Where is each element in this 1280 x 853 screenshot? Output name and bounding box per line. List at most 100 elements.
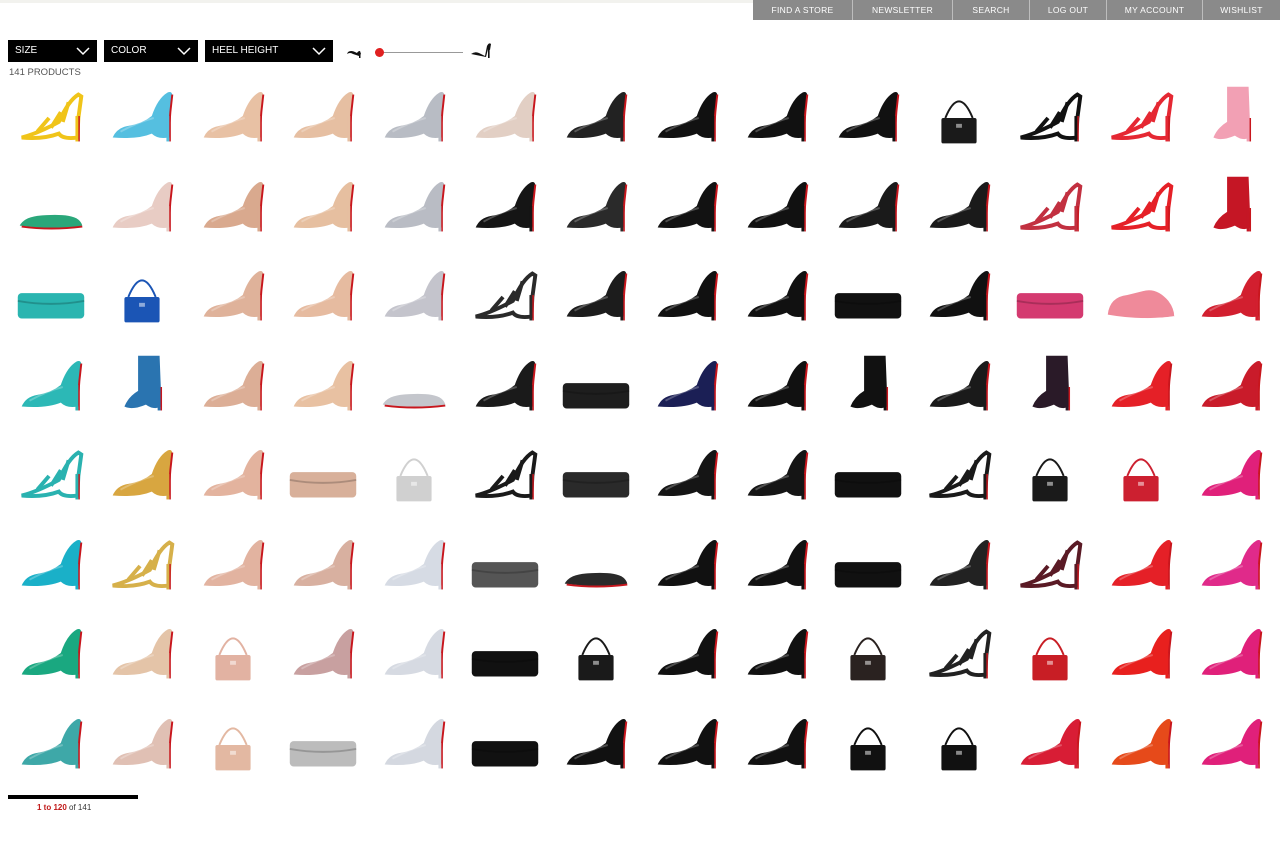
heel-height-slider[interactable] (345, 40, 495, 62)
product-tile[interactable] (1007, 526, 1093, 606)
nav-my-account[interactable]: MY ACCOUNT (1107, 0, 1203, 20)
product-tile[interactable] (1007, 257, 1093, 337)
product-tile[interactable] (99, 257, 185, 337)
product-tile[interactable] (99, 615, 185, 695)
product-tile[interactable] (1188, 526, 1274, 606)
product-tile[interactable] (734, 705, 820, 785)
product-tile[interactable] (462, 168, 548, 248)
nav-log-out[interactable]: LOG OUT (1030, 0, 1107, 20)
product-tile[interactable] (734, 526, 820, 606)
product-tile[interactable] (916, 615, 1002, 695)
product-tile[interactable] (462, 615, 548, 695)
product-tile[interactable] (190, 257, 276, 337)
product-tile[interactable] (1188, 347, 1274, 427)
product-tile[interactable] (553, 526, 639, 606)
product-tile[interactable] (644, 615, 730, 695)
product-tile[interactable] (371, 526, 457, 606)
product-tile[interactable] (99, 526, 185, 606)
product-tile[interactable] (734, 347, 820, 427)
product-tile[interactable] (8, 347, 94, 427)
product-tile[interactable] (553, 78, 639, 158)
product-tile[interactable] (99, 78, 185, 158)
product-tile[interactable] (462, 526, 548, 606)
product-tile[interactable] (1098, 615, 1184, 695)
product-tile[interactable] (462, 78, 548, 158)
product-tile[interactable] (280, 615, 366, 695)
product-tile[interactable] (916, 347, 1002, 427)
product-tile[interactable] (1098, 257, 1184, 337)
nav-find-a-store[interactable]: FIND A STORE (753, 0, 853, 20)
product-tile[interactable] (916, 705, 1002, 785)
product-tile[interactable] (190, 168, 276, 248)
product-tile[interactable] (8, 705, 94, 785)
product-tile[interactable] (1007, 705, 1093, 785)
product-tile[interactable] (99, 705, 185, 785)
product-tile[interactable] (280, 526, 366, 606)
product-tile[interactable] (462, 257, 548, 337)
product-tile[interactable] (462, 705, 548, 785)
product-tile[interactable] (280, 347, 366, 427)
product-tile[interactable] (916, 78, 1002, 158)
product-tile[interactable] (280, 257, 366, 337)
product-tile[interactable] (1098, 168, 1184, 248)
product-tile[interactable] (190, 526, 276, 606)
product-tile[interactable] (916, 257, 1002, 337)
product-tile[interactable] (644, 436, 730, 516)
product-tile[interactable] (462, 436, 548, 516)
product-tile[interactable] (371, 168, 457, 248)
product-tile[interactable] (644, 526, 730, 606)
product-tile[interactable] (825, 257, 911, 337)
product-tile[interactable] (1007, 78, 1093, 158)
product-tile[interactable] (8, 615, 94, 695)
product-tile[interactable] (644, 257, 730, 337)
product-tile[interactable] (8, 436, 94, 516)
product-tile[interactable] (1188, 436, 1274, 516)
product-tile[interactable] (371, 347, 457, 427)
product-tile[interactable] (190, 347, 276, 427)
product-tile[interactable] (1007, 436, 1093, 516)
product-tile[interactable] (825, 436, 911, 516)
product-tile[interactable] (825, 78, 911, 158)
product-tile[interactable] (553, 257, 639, 337)
product-tile[interactable] (644, 78, 730, 158)
product-tile[interactable] (280, 78, 366, 158)
pagination-range[interactable]: 1 to 120 (37, 803, 67, 812)
product-tile[interactable] (280, 436, 366, 516)
product-tile[interactable] (734, 168, 820, 248)
product-tile[interactable] (1188, 615, 1274, 695)
product-tile[interactable] (825, 168, 911, 248)
product-tile[interactable] (190, 615, 276, 695)
product-tile[interactable] (734, 257, 820, 337)
product-tile[interactable] (190, 78, 276, 158)
product-tile[interactable] (734, 615, 820, 695)
product-tile[interactable] (190, 705, 276, 785)
product-tile[interactable] (8, 168, 94, 248)
product-tile[interactable] (371, 436, 457, 516)
product-tile[interactable] (190, 436, 276, 516)
product-tile[interactable] (1007, 347, 1093, 427)
product-tile[interactable] (916, 436, 1002, 516)
product-tile[interactable] (1188, 257, 1274, 337)
product-tile[interactable] (553, 347, 639, 427)
product-tile[interactable] (825, 347, 911, 427)
product-tile[interactable] (1007, 615, 1093, 695)
slider-track[interactable] (375, 52, 463, 53)
product-tile[interactable] (916, 526, 1002, 606)
product-tile[interactable] (825, 526, 911, 606)
product-tile[interactable] (99, 168, 185, 248)
product-tile[interactable] (1098, 705, 1184, 785)
nav-wishlist[interactable]: WISHLIST (1203, 0, 1280, 20)
product-tile[interactable] (644, 705, 730, 785)
product-tile[interactable] (825, 615, 911, 695)
product-tile[interactable] (8, 257, 94, 337)
product-tile[interactable] (371, 78, 457, 158)
product-tile[interactable] (1007, 168, 1093, 248)
product-tile[interactable] (371, 615, 457, 695)
nav-newsletter[interactable]: NEWSLETTER (853, 0, 953, 20)
product-tile[interactable] (553, 705, 639, 785)
product-tile[interactable] (462, 347, 548, 427)
product-tile[interactable] (1188, 78, 1274, 158)
product-tile[interactable] (553, 168, 639, 248)
product-tile[interactable] (8, 78, 94, 158)
slider-handle[interactable] (375, 48, 384, 57)
